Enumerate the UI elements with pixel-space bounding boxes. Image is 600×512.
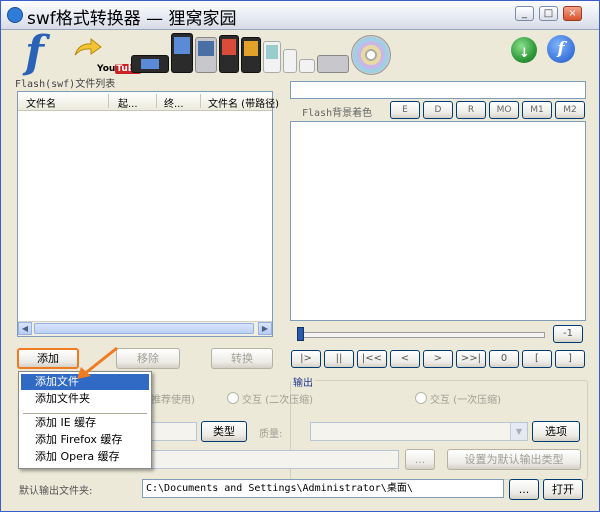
horizontal-scrollbar[interactable]: ◀ ▶ — [18, 321, 272, 336]
column-header-start[interactable]: 起... — [118, 95, 138, 110]
ipod-nano-icon — [283, 49, 297, 73]
file-list[interactable]: 文件名 起... 终... 文件名 (带路径) ◀ ▶ — [17, 91, 279, 337]
quality-label: 质量: — [259, 429, 283, 440]
menu-item-add-firefox-cache[interactable]: 添加 Firefox 缓存 — [21, 432, 149, 448]
color-button-e[interactable]: E — [390, 101, 420, 119]
folder-browse-button[interactable]: ... — [509, 479, 539, 500]
default-folder-label: 默认输出文件夹: — [19, 486, 93, 497]
color-button-m1[interactable]: M1 — [522, 101, 552, 119]
radio-interactive-single[interactable]: 交互 (一次压缩) — [415, 391, 501, 406]
chevron-down-icon[interactable]: ▼ — [510, 423, 527, 440]
pause-button[interactable]: || — [324, 350, 354, 368]
banner: f YouTube ↓ f — [15, 27, 589, 79]
mark-out-button[interactable]: ] — [555, 350, 585, 368]
radio-interactive-single-label: 交互 (一次压缩) — [430, 395, 501, 406]
column-divider[interactable] — [156, 94, 157, 108]
flash-logo-icon: f — [25, 27, 44, 78]
scroll-right-icon[interactable]: ▶ — [258, 322, 272, 335]
color-button-mo[interactable]: MO — [489, 101, 519, 119]
add-context-menu: 添加文件 添加文件夹 添加 IE 缓存 添加 Firefox 缓存 添加 Ope… — [18, 371, 152, 469]
bg-color-label: Flash背景着色 — [302, 108, 373, 119]
quality-select[interactable]: ▼ — [310, 422, 528, 441]
file-list-label: Flash(swf)文件列表 — [15, 79, 116, 90]
psp-device-icon — [131, 55, 169, 73]
cd-disc-icon — [351, 35, 391, 75]
default-folder-path[interactable]: C:\Documents and Settings\Administrator\… — [142, 479, 504, 498]
radio-interactive-double-label: 交互 (二次压缩) — [242, 395, 313, 406]
open-folder-button[interactable]: 打开 — [543, 479, 583, 500]
ipod-icon — [263, 41, 281, 73]
mobile-phone-icon — [219, 35, 239, 73]
pointer-arrow-icon — [77, 346, 118, 379]
seek-slider[interactable] — [299, 332, 545, 338]
column-divider[interactable] — [200, 94, 201, 108]
output-format-field[interactable] — [149, 422, 197, 441]
convert-button[interactable]: 转换 — [211, 348, 273, 369]
apple-tv-icon — [317, 55, 349, 73]
scrollbar-thumb[interactable] — [34, 323, 254, 334]
ipod-shuffle-icon — [299, 59, 315, 73]
preview-title-field — [290, 81, 586, 99]
radio-interactive-double[interactable]: 交互 (二次压缩) — [227, 391, 313, 406]
column-header-filename[interactable]: 文件名 — [26, 95, 56, 110]
add-button[interactable]: 添加 — [17, 348, 79, 369]
walkman-icon — [241, 37, 261, 73]
app-icon — [7, 7, 23, 23]
flash-badge-icon[interactable]: f — [547, 35, 575, 63]
background-color-row: Flash背景着色 E D R MO M1 M2 — [290, 101, 586, 121]
minimize-button[interactable]: _ — [515, 6, 534, 21]
flash-preview-area[interactable] — [290, 121, 586, 321]
radio-recommended-label: 推荐使用) — [151, 395, 195, 406]
column-header-path[interactable]: 文件名 (带路径) — [208, 95, 279, 110]
set-default-output-button[interactable]: 设置为默认输出类型 — [447, 449, 581, 470]
radio-circle-icon — [227, 392, 239, 404]
color-button-r[interactable]: R — [456, 101, 486, 119]
maximize-button[interactable]: □ — [539, 6, 558, 21]
output-browse-button[interactable]: ... — [405, 449, 435, 470]
iphone-icon — [171, 33, 193, 73]
mark-in-button[interactable]: [ — [522, 350, 552, 368]
color-button-m2[interactable]: M2 — [555, 101, 585, 119]
seek-slider-knob[interactable] — [297, 327, 304, 341]
app-window: swf格式转换器 — 狸窝家园 _ □ × f YouTube ↓ f Flas… — [0, 0, 600, 512]
step-forward-button[interactable]: > — [423, 350, 453, 368]
close-button[interactable]: × — [563, 6, 582, 21]
remove-button[interactable]: 移除 — [116, 348, 180, 369]
menu-item-add-opera-cache[interactable]: 添加 Opera 缓存 — [21, 449, 149, 465]
radio-circle-icon — [415, 392, 427, 404]
update-globe-icon[interactable]: ↓ — [511, 37, 537, 63]
title-bar[interactable]: swf格式转换器 — 狸窝家园 _ □ × — [1, 1, 599, 30]
column-divider[interactable] — [108, 94, 109, 108]
go-end-button[interactable]: >>| — [456, 350, 486, 368]
file-list-header: 文件名 起... 终... 文件名 (带路径) — [18, 92, 279, 111]
menu-separator — [23, 413, 147, 414]
type-button[interactable]: 类型 — [201, 421, 247, 442]
go-start-button[interactable]: |<< — [357, 350, 387, 368]
step-back-button[interactable]: < — [390, 350, 420, 368]
menu-item-add-ie-cache[interactable]: 添加 IE 缓存 — [21, 415, 149, 431]
radio-recommended[interactable]: 推荐使用) — [151, 391, 195, 406]
output-path-field[interactable] — [149, 450, 399, 469]
play-button[interactable]: |> — [291, 350, 321, 368]
options-button[interactable]: 选项 — [532, 421, 580, 442]
arrow-icon — [74, 37, 102, 56]
color-button-d[interactable]: D — [423, 101, 453, 119]
window-title: swf格式转换器 — 狸窝家园 — [27, 9, 237, 29]
output-legend: 输出 — [291, 374, 315, 389]
column-header-end[interactable]: 终... — [164, 95, 184, 110]
scroll-left-icon[interactable]: ◀ — [18, 322, 32, 335]
menu-item-add-folder[interactable]: 添加文件夹 — [21, 391, 149, 407]
time-display: -1 — [553, 325, 583, 343]
reset-frame-button[interactable]: 0 — [489, 350, 519, 368]
phone-icon — [195, 37, 217, 73]
